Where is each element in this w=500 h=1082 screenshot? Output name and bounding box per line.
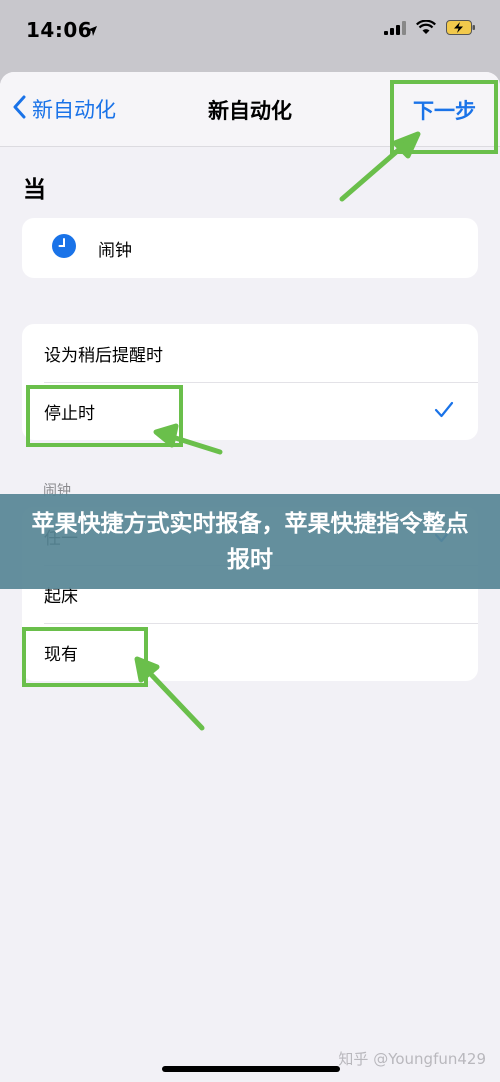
arrow-to-stop-head — [153, 423, 179, 448]
home-indicator[interactable] — [162, 1066, 340, 1072]
watermark: 知乎 @Youngfun429 — [338, 1050, 486, 1068]
arrow-to-existing — [141, 664, 205, 731]
title-banner: 苹果快捷方式实时报备，苹果快捷指令整点报时 — [0, 494, 500, 589]
